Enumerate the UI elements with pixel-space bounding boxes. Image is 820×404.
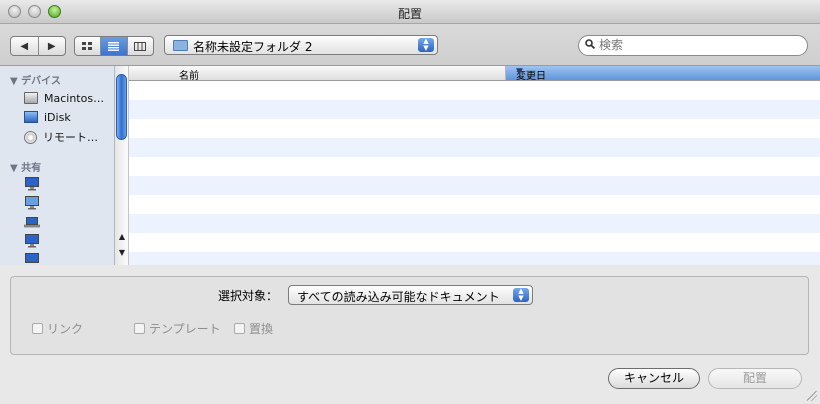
column-view-icon: [134, 41, 147, 51]
sidebar-item-label: リモート…: [43, 131, 98, 144]
icon-view-icon: [82, 41, 93, 50]
sidebar-item-shared-laptop[interactable]: [24, 214, 40, 230]
column-view-button[interactable]: [128, 37, 153, 55]
sidebar-section-shared[interactable]: ▼ 共有: [10, 159, 41, 174]
location-popup[interactable]: 名称未設定フォルダ 2 ▲ ▼: [164, 35, 438, 55]
back-button[interactable]: ◀: [11, 37, 39, 55]
column-header-name[interactable]: 名前: [129, 66, 506, 82]
laptop-icon: [24, 217, 40, 228]
checkbox-box: [134, 323, 145, 334]
forward-button[interactable]: ▶: [39, 37, 66, 55]
checkbox-box: [234, 323, 245, 334]
list-view-icon: [108, 41, 120, 51]
search-input[interactable]: [599, 38, 789, 52]
enable-popup-value: すべての読み込み可能なドキュメント: [297, 290, 500, 304]
folder-icon: [173, 40, 188, 51]
sidebar-scrollbar[interactable]: ▲ ▼: [115, 66, 129, 265]
enable-popup[interactable]: すべての読み込み可能なドキュメント ▲ ▼: [288, 285, 533, 305]
back-forward-control: ◀ ▶: [10, 36, 66, 56]
sidebar-item-label: Macintos…: [44, 91, 105, 105]
place-button[interactable]: 配置: [708, 368, 802, 389]
sidebar-item-shared-computer[interactable]: [24, 252, 40, 265]
link-checkbox[interactable]: リンク: [32, 320, 83, 337]
view-mode-control: [74, 36, 154, 56]
computer-icon: [25, 234, 39, 248]
popup-stepper-icon: ▲ ▼: [513, 288, 529, 302]
sidebar-item-shared-computer[interactable]: [24, 195, 40, 211]
sidebar-item-shared-computer[interactable]: [24, 176, 40, 192]
sidebar-item-remote-disc[interactable]: リモート…: [24, 129, 98, 145]
search-icon: [585, 39, 595, 49]
sidebar-section-devices[interactable]: ▼ デバイス: [10, 72, 61, 87]
popup-stepper-icon: ▲ ▼: [418, 38, 434, 52]
template-checkbox[interactable]: テンプレート: [134, 320, 221, 337]
sidebar-item-label: iDisk: [44, 110, 71, 124]
file-list-body[interactable]: [129, 81, 820, 265]
icon-view-button[interactable]: [75, 37, 102, 55]
scroll-down-arrow-icon[interactable]: ▼: [117, 248, 127, 257]
scrollbar-thumb[interactable]: [116, 74, 127, 140]
idisk-icon: [24, 111, 38, 123]
cancel-button[interactable]: キャンセル: [608, 368, 700, 389]
sidebar-item-shared-computer[interactable]: [24, 233, 40, 249]
sidebar: ▼ デバイス Macintos… iDisk リモート… ▼ 共有: [0, 66, 115, 265]
sort-descending-icon: ▼: [516, 67, 523, 77]
scroll-up-arrow-icon[interactable]: ▲: [117, 232, 127, 241]
replace-checkbox[interactable]: 置換: [234, 320, 273, 337]
computer-icon: [25, 253, 39, 263]
window-title: 配置: [397, 7, 422, 21]
resize-grip-icon[interactable]: [807, 391, 817, 401]
column-header-date-modified[interactable]: 変更日 ▼: [506, 66, 820, 82]
computer-icon: [25, 196, 39, 210]
title-bar[interactable]: 配置: [0, 0, 820, 24]
search-field: [578, 35, 808, 56]
hard-drive-icon: [24, 92, 38, 104]
computer-icon: [25, 177, 39, 191]
checkbox-box: [32, 323, 43, 334]
location-label: 名称未設定フォルダ 2: [193, 40, 313, 54]
place-dialog-window: 配置 ◀ ▶ 名称未設定フォルダ 2 ▲▼ ▼ デバイス: [0, 0, 820, 404]
template-checkbox-label: テンプレート: [149, 322, 221, 336]
sidebar-item-macintosh[interactable]: Macintos…: [24, 90, 104, 106]
link-checkbox-label: リンク: [47, 322, 84, 336]
remote-disc-icon: [24, 130, 37, 144]
column-header-name-label: 名前: [179, 71, 199, 82]
list-view-button[interactable]: [101, 37, 128, 55]
file-list[interactable]: 名前 変更日 ▼: [129, 66, 820, 265]
replace-checkbox-label: 置換: [249, 322, 274, 336]
enable-label: 選択対象：: [218, 289, 279, 303]
options-panel: 選択対象： すべての読み込み可能なドキュメント ▲ ▼ リンク テンプレート 置換: [10, 276, 809, 355]
sidebar-item-idisk[interactable]: iDisk: [24, 109, 71, 125]
column-header-row: 名前 変更日 ▼: [129, 66, 820, 82]
